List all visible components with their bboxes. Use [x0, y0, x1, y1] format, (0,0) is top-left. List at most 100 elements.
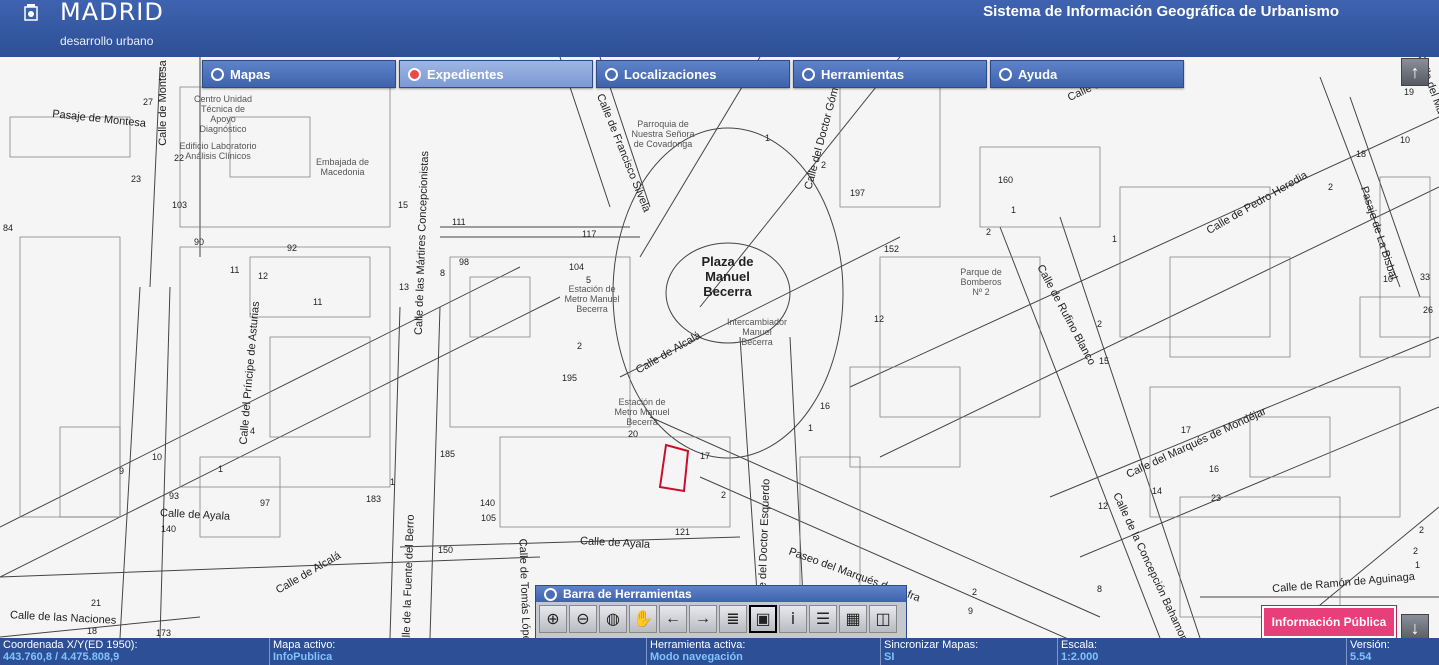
street-label: Calle de Montesa [156, 60, 169, 146]
arrow-left-icon: ← [665, 610, 681, 627]
address-number: 104 [569, 262, 585, 272]
app-header: MADRID desarrollo urbano Sistema de Info… [0, 0, 1439, 57]
radio-icon [605, 67, 618, 81]
tab-label: Herramientas [821, 66, 905, 82]
radio-icon [999, 67, 1012, 81]
address-number: 14 [1152, 486, 1163, 496]
selected-parcel [658, 443, 690, 493]
zoom-in-button[interactable]: ⊕ [539, 605, 567, 633]
address-number: 2 [577, 341, 583, 351]
address-number: 195 [562, 373, 578, 383]
status-scale: Escala: 1:2.000 [1058, 638, 1347, 665]
address-number: 1 [218, 464, 224, 474]
toolbar-header[interactable]: Barra de Herramientas [536, 586, 906, 602]
address-number: 16 [820, 401, 831, 411]
poi-label: Estación de Metro Manuel Becerra [614, 397, 670, 427]
globe-button[interactable]: ◍ [599, 605, 627, 633]
address-number: 111 [452, 217, 466, 227]
map-viewport[interactable]: Plaza de Manuel Becerra Pasaje de Montes… [0, 57, 1439, 638]
arrow-down-icon: ↓ [1410, 618, 1420, 638]
address-number: 10 [152, 452, 163, 462]
grid-icon: ▦ [845, 611, 861, 628]
status-label: Coordenada X/Y(ED 1950): [3, 639, 138, 651]
status-value: Modo navegación [650, 651, 743, 663]
address-number: 2 [1419, 525, 1425, 535]
status-active-map: Mapa activo: InfoPublica [270, 638, 647, 665]
measure-button[interactable]: ≣ [719, 605, 747, 633]
address-number: 5 [586, 275, 592, 285]
address-number: 15 [1099, 356, 1110, 366]
status-label: Herramienta activa: [650, 639, 746, 651]
hand-pan-icon: ✋ [633, 611, 653, 628]
poi-label: Estación de Metro Manuel Becerra [564, 284, 620, 314]
layers-button[interactable]: ◫ [869, 605, 897, 633]
address-number: 160 [998, 175, 1014, 185]
tab-mapas[interactable]: Mapas [202, 60, 396, 88]
address-number: 9 [968, 606, 974, 616]
address-number: 90 [194, 237, 205, 247]
address-number: 19 [1404, 87, 1415, 97]
next-view-button[interactable]: → [689, 605, 717, 633]
scroll-up-button[interactable]: ↑ [1401, 58, 1429, 86]
address-number: 197 [850, 188, 866, 198]
address-number: 9 [119, 466, 125, 476]
address-number: 183 [366, 494, 382, 504]
poi-label: Centro Unidad Técnica de Apoyo Diagnósti… [193, 94, 253, 134]
system-title: Sistema de Información Geográfica de Urb… [983, 3, 1339, 20]
status-value: 5.54 [1350, 651, 1372, 663]
status-version: Versión: 5.54 [1347, 638, 1439, 665]
address-number: 2 [1328, 182, 1334, 192]
grid-button[interactable]: ▦ [839, 605, 867, 633]
status-coords: Coordenada X/Y(ED 1950): 443.760,8 / 4.4… [0, 638, 270, 665]
address-number: 117 [582, 229, 597, 239]
plaza-label: Plaza de Manuel Becerra [701, 254, 754, 299]
address-number: 27 [143, 97, 154, 107]
address-number: 10 [1400, 135, 1411, 145]
brand-name: MADRID [60, 0, 164, 26]
info-button[interactable]: ⅰ [779, 605, 807, 633]
address-number: 84 [3, 223, 14, 233]
address-number: 150 [438, 545, 454, 555]
zoom-out-icon: ⊖ [576, 611, 590, 628]
tab-herramientas[interactable]: Herramientas [793, 60, 987, 88]
address-number: 23 [131, 174, 142, 184]
legend-button[interactable]: ☰ [809, 605, 837, 633]
address-number: 12 [258, 271, 269, 281]
status-sync: Sincronizar Mapas: SI [881, 638, 1058, 665]
toolbar-panel: Barra de Herramientas ⊕ ⊖ ◍ ✋ ← → ≣ ▣ ⅰ … [535, 585, 907, 639]
address-number: 98 [459, 257, 470, 267]
brand-subtitle: desarrollo urbano [60, 34, 154, 48]
status-value: SI [884, 651, 895, 663]
address-number: 2 [986, 227, 992, 237]
poi-label: Parque de Bomberos Nº 2 [960, 267, 1002, 297]
view-extent-button[interactable]: ▣ [749, 605, 777, 633]
status-value: 443.760,8 / 4.475.808,9 [3, 651, 120, 663]
pan-button[interactable]: ✋ [629, 605, 657, 633]
address-number: 173 [156, 628, 172, 638]
tab-ayuda[interactable]: Ayuda [990, 60, 1184, 88]
tab-localizaciones[interactable]: Localizaciones [596, 60, 790, 88]
previous-view-button[interactable]: ← [659, 605, 687, 633]
globe-icon: ◍ [606, 611, 620, 628]
zoom-out-button[interactable]: ⊖ [569, 605, 597, 633]
arrow-right-icon: → [695, 610, 711, 627]
address-number: 4 [250, 426, 256, 436]
address-number: 33 [1420, 272, 1431, 282]
status-label: Mapa activo: [273, 639, 336, 651]
measure-icon: ≣ [726, 611, 740, 628]
tab-label: Expedientes [427, 66, 504, 82]
address-number: 11 [313, 297, 323, 307]
address-number: 16 [1209, 464, 1220, 474]
address-number: 8 [1097, 584, 1103, 594]
address-number: 1 [765, 133, 771, 143]
tab-label: Localizaciones [624, 66, 717, 82]
address-number: 1 [1011, 205, 1017, 215]
address-number: 97 [260, 498, 271, 508]
tab-label: Mapas [230, 66, 271, 82]
tab-expedientes[interactable]: Expedientes [399, 60, 593, 88]
address-number: 12 [1098, 501, 1109, 511]
address-number: 22 [174, 153, 185, 163]
layers-icon: ◫ [875, 611, 891, 628]
poi-label: Edificio Laboratorio Análisis Clínicos [179, 141, 257, 161]
informacion-publica-button[interactable]: Información Pública [1262, 606, 1396, 638]
